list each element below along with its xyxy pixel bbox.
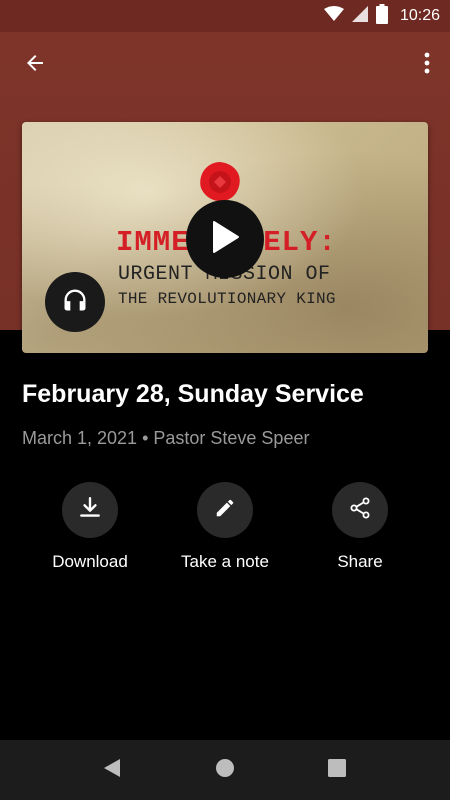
sermon-meta: March 1, 2021 • Pastor Steve Speer [22, 428, 310, 448]
sermon-title: February 28, Sunday Service [22, 380, 364, 408]
artwork-subtitle-line2: THE REVOLUTIONARY KING [118, 290, 336, 308]
headphones-icon [61, 286, 89, 319]
wax-seal-image [198, 160, 242, 204]
nav-home-icon [215, 758, 235, 783]
system-nav-bar [0, 740, 450, 800]
download-button[interactable]: Download [15, 482, 165, 572]
back-button[interactable] [14, 44, 56, 86]
play-icon [210, 220, 240, 259]
download-icon [77, 495, 103, 526]
download-label: Download [52, 552, 128, 571]
more-options-button[interactable] [412, 44, 442, 86]
audio-button[interactable] [45, 272, 105, 332]
share-button[interactable]: Share [285, 482, 435, 572]
action-row: Download Take a note Share [0, 482, 450, 582]
app-bar [0, 32, 450, 96]
nav-recents-icon [328, 758, 346, 782]
nav-back-icon [103, 758, 121, 783]
nav-home-button[interactable] [205, 750, 245, 790]
arrow-back-icon [23, 51, 47, 80]
battery-icon [375, 3, 388, 29]
pencil-icon [214, 497, 236, 524]
download-circle [62, 482, 118, 538]
share-icon [348, 496, 372, 525]
nav-back-button[interactable] [92, 750, 132, 790]
status-time: 10:26 [399, 7, 440, 24]
share-label: Share [337, 552, 383, 571]
sermon-artwork: IMMEDIATELY: URGENT MISSION OF THE REVOL… [22, 122, 428, 353]
more-vert-icon [424, 52, 430, 79]
take-note-label: Take a note [181, 552, 269, 571]
wifi-icon [323, 5, 344, 27]
take-note-circle [197, 482, 253, 538]
take-note-button[interactable]: Take a note [150, 482, 300, 572]
status-bar: 10:26 [0, 0, 450, 32]
status-icons: 10:26 [323, 0, 440, 32]
nav-recents-button[interactable] [317, 750, 357, 790]
signal-icon [351, 5, 368, 27]
share-circle [332, 482, 388, 538]
play-button[interactable] [186, 200, 264, 278]
